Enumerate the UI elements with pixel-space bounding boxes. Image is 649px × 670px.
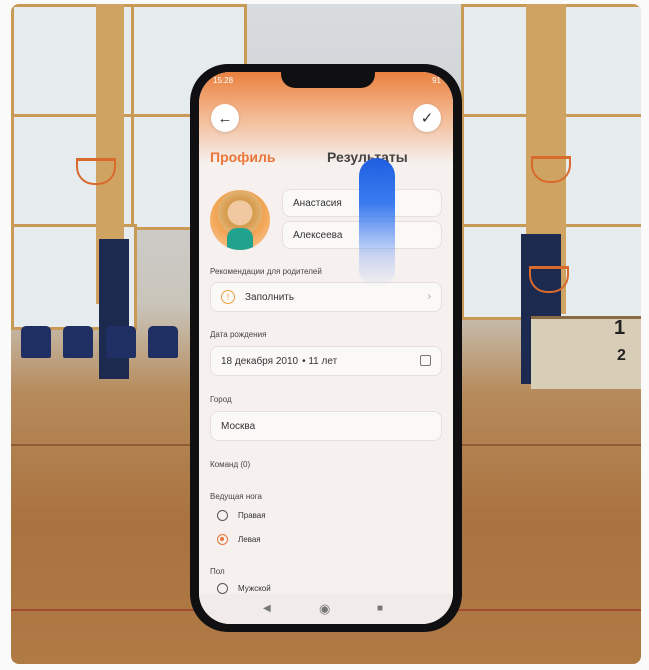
gender-male-radio[interactable] <box>217 583 228 594</box>
gym-chair <box>63 326 93 358</box>
touch-indicator <box>359 158 395 288</box>
app-screen: 15:28 91 ← ✓ Профиль Результаты Анастаси… <box>199 72 453 624</box>
calendar-icon <box>420 355 431 366</box>
nav-back-icon[interactable]: ◀ <box>263 603 271 614</box>
podium-number: 1 <box>614 317 626 339</box>
tab-profile[interactable]: Профиль <box>210 149 276 165</box>
birth-label: Дата рождения <box>210 330 267 339</box>
nav-recents-icon[interactable]: ■ <box>377 603 383 614</box>
nav-home-icon[interactable]: ◉ <box>319 601 330 617</box>
check-icon: ✓ <box>420 110 434 127</box>
recommendations-action: Заполнить <box>245 291 295 303</box>
gym-chair <box>106 326 136 358</box>
foot-left-radio[interactable] <box>217 534 228 545</box>
age-value: • 11 лет <box>302 355 338 367</box>
back-button[interactable]: ← <box>211 104 239 132</box>
gym-pad <box>99 239 129 379</box>
gender-male-label: Мужской <box>238 584 271 593</box>
arrow-left-icon: ← <box>217 109 233 127</box>
city-field[interactable]: Москва <box>210 411 442 441</box>
foot-label: Ведущая нога <box>210 492 262 501</box>
recommendations-fill-button[interactable]: ! Заполнить › <box>210 282 442 312</box>
gym-chair <box>148 326 178 358</box>
status-battery: 91 <box>432 76 441 85</box>
foot-right-radio[interactable] <box>217 510 228 521</box>
city-label: Город <box>210 395 232 404</box>
birth-date-field[interactable]: 18 декабря 2010 • 11 лет <box>210 346 442 376</box>
team-label[interactable]: Команд (0) <box>210 460 250 469</box>
warning-icon: ! <box>221 290 235 304</box>
avatar[interactable] <box>210 190 270 250</box>
foot-right-label: Правая <box>238 511 266 520</box>
chevron-right-icon: › <box>427 291 431 302</box>
podium-number: 2 <box>617 347 626 364</box>
preview-frame: 1 2 15:28 91 ← ✓ Профиль Результаты Анас… <box>0 0 649 670</box>
confirm-button[interactable]: ✓ <box>413 104 441 132</box>
gender-label: Пол <box>210 567 225 576</box>
camera-notch <box>281 72 375 88</box>
birth-date-value: 18 декабря 2010 <box>221 355 299 367</box>
android-nav-bar: ◀ ◉ ■ <box>199 594 453 624</box>
status-time: 15:28 <box>213 76 234 85</box>
phone-mockup: 15:28 91 ← ✓ Профиль Результаты Анастаси… <box>190 64 462 632</box>
gym-chair <box>21 326 51 358</box>
recommendations-label: Рекомендации для родителей <box>210 267 322 276</box>
foot-left-label: Левая <box>238 535 261 544</box>
